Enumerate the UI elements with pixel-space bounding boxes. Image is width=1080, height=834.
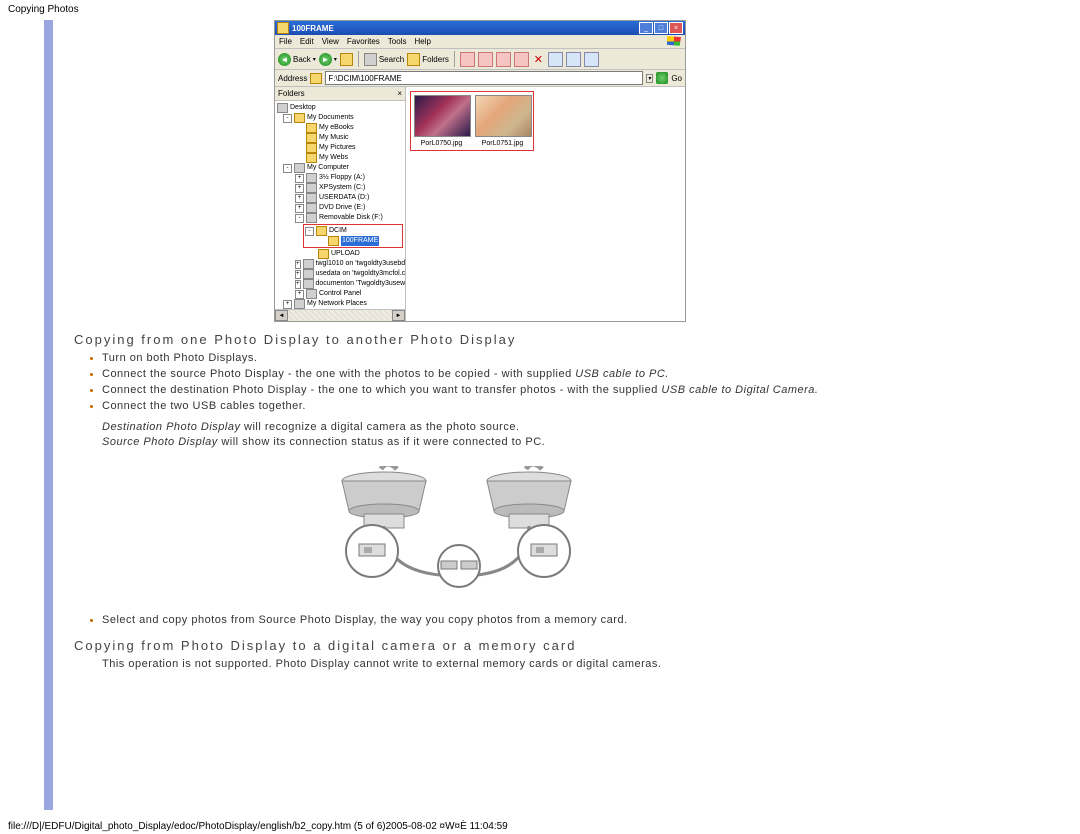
section-heading: Copying from Photo Display to a digital … [74,638,844,653]
page-header: Copying Photos [8,4,79,15]
cable-diagram [309,466,609,601]
menu-tools[interactable]: Tools [388,37,407,46]
tool-icon[interactable] [478,52,493,67]
search-button[interactable]: Search [364,53,404,66]
menu-help[interactable]: Help [414,37,430,46]
files-pane[interactable]: PorL0750.jpg PorL0751.jpg [406,87,685,321]
file-caption: PorL0750.jpg [414,140,469,147]
note-line: Source Photo Display will show its conne… [102,435,844,450]
photo-thumb [475,95,532,137]
menu-file[interactable]: File [279,37,292,46]
toolbar: ◄Back▾ ►▾ Search Folders ✕ [275,49,685,70]
menu-bar: File Edit View Favorites Tools Help [275,35,685,49]
folder-icon [277,22,289,34]
paragraph: This operation is not supported. Photo D… [102,657,844,672]
list-item: Connect the two USB cables together. [102,399,844,414]
back-button[interactable]: ◄Back▾ [278,53,316,66]
file-thumbnail[interactable]: PorL0751.jpg [475,95,530,147]
go-label[interactable]: Go [671,74,682,83]
maximize-button[interactable]: □ [654,22,668,34]
menu-edit[interactable]: Edit [300,37,314,46]
tool-icon[interactable] [496,52,511,67]
folder-tree[interactable]: Desktop -My Documents My eBooks My Music… [275,101,405,309]
forward-button[interactable]: ►▾ [319,53,337,66]
left-color-bar [44,20,53,810]
list-item: Connect the source Photo Display - the o… [102,367,844,382]
folders-pane: Folders × Desktop -My Documents My eBooks… [275,87,406,321]
address-label: Address [278,74,307,83]
file-caption: PorL0751.jpg [475,140,530,147]
folder-icon [310,73,322,84]
section-heading: Copying from one Photo Display to anothe… [74,332,844,347]
page-footer: file:///D|/EDFU/Digital_photo_Display/ed… [8,821,508,832]
minimize-button[interactable]: _ [639,22,653,34]
horizontal-scrollbar[interactable]: ◄► [275,309,405,321]
page-frame: 100FRAME _ □ × File Edit View Favorites … [44,20,862,810]
tool-icon[interactable] [548,52,563,67]
pane-close-icon[interactable]: × [397,89,402,98]
tool-icon[interactable] [460,52,475,67]
menu-favorites[interactable]: Favorites [347,37,380,46]
list-item: Connect the destination Photo Display - … [102,383,844,398]
explorer-window: 100FRAME _ □ × File Edit View Favorites … [274,20,686,322]
note-line: Destination Photo Display will recognize… [102,420,844,435]
list-item: Turn on both Photo Displays. [102,351,844,366]
menu-view[interactable]: View [322,37,339,46]
windows-logo-icon [667,36,681,47]
folders-header: Folders [278,89,305,98]
close-button[interactable]: × [669,22,683,34]
list-item: Select and copy photos from Source Photo… [102,613,844,628]
tool-icon[interactable] [514,52,529,67]
views-icon[interactable] [584,52,599,67]
address-input[interactable] [325,71,643,85]
up-button[interactable] [340,53,353,66]
go-icon[interactable] [656,72,668,84]
folders-button[interactable]: Folders [407,53,449,66]
address-bar: Address ▾ Go [275,70,685,87]
delete-icon[interactable]: ✕ [532,53,545,66]
file-thumbnail[interactable]: PorL0750.jpg [414,95,469,147]
dropdown-button[interactable]: ▾ [646,74,653,83]
window-titlebar[interactable]: 100FRAME _ □ × [275,21,685,35]
photo-thumb [414,95,471,137]
selection-box: PorL0750.jpg PorL0751.jpg [410,91,534,151]
tool-icon[interactable] [566,52,581,67]
window-title: 100FRAME [292,24,334,33]
